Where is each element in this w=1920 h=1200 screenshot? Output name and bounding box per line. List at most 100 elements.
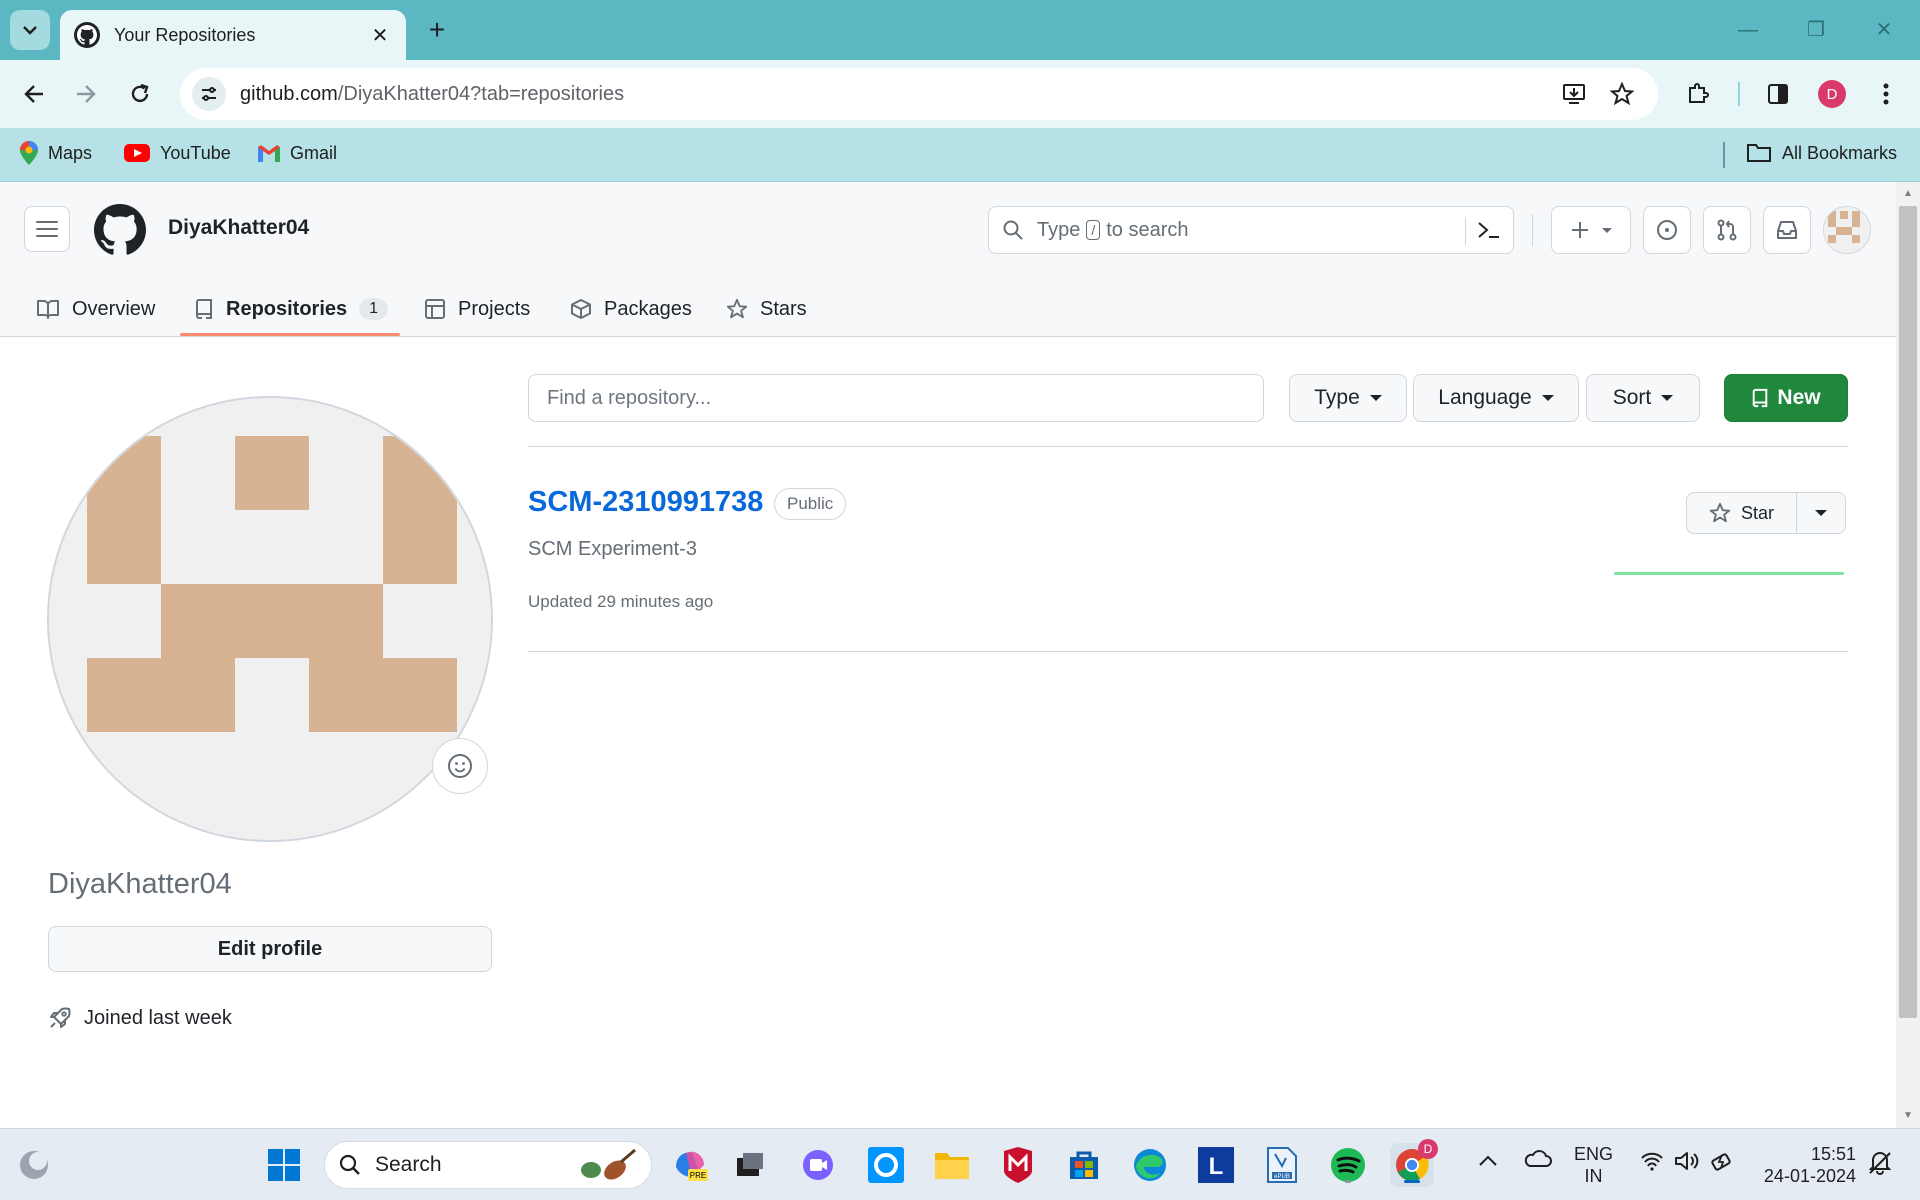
weather-widget-icon[interactable] — [12, 1143, 56, 1187]
scroll-down-arrow-icon[interactable]: ▼ — [1900, 1108, 1916, 1124]
browser-menu-kebab-icon[interactable] — [1870, 78, 1902, 110]
bookmark-maps[interactable]: Maps — [20, 138, 92, 168]
tab-repositories[interactable]: Repositories 1 — [194, 282, 389, 336]
tab-projects-label: Projects — [458, 297, 531, 320]
notification-bell-icon[interactable] — [1868, 1149, 1892, 1180]
tab-packages[interactable]: Packages — [570, 282, 692, 336]
all-bookmarks-button[interactable]: All Bookmarks — [1746, 138, 1897, 168]
tray-overflow-chevron-icon[interactable] — [1478, 1151, 1498, 1173]
restore-window-icon[interactable]: ❐ — [1798, 14, 1834, 46]
side-panel-icon[interactable] — [1762, 78, 1794, 110]
clock-date: 24-01-2024 — [1763, 1166, 1856, 1186]
set-status-button[interactable] — [432, 738, 488, 794]
bookmark-youtube[interactable]: YouTube — [124, 138, 231, 168]
system-clock[interactable]: 15:51 24-01-2024 — [1756, 1143, 1856, 1187]
caret-down-icon — [1541, 395, 1554, 401]
clock-time: 15:51 — [1810, 1144, 1856, 1164]
github-search-input[interactable]: Type / to search — [988, 206, 1514, 254]
sort-button[interactable]: Sort — [1586, 374, 1700, 422]
joined-text: Joined last week — [84, 1006, 232, 1029]
site-info-icon[interactable] — [192, 77, 226, 111]
close-window-icon[interactable]: ✕ — [1866, 14, 1902, 46]
new-repository-button[interactable]: New — [1724, 374, 1848, 422]
svg-text:ePUB: ePUB — [1274, 1174, 1290, 1180]
profile-avatar[interactable] — [47, 396, 493, 842]
input-language-indicator[interactable]: ENG IN — [1574, 1143, 1613, 1187]
volume-icon[interactable] — [1674, 1151, 1700, 1176]
star-lists-dropdown[interactable] — [1797, 493, 1845, 533]
git-pull-request-icon — [1717, 219, 1737, 241]
address-bar[interactable]: github.com/DiyaKhatter04?tab=repositorie… — [180, 68, 1658, 120]
inbox-notifications-button[interactable] — [1763, 206, 1811, 254]
reload-icon[interactable] — [120, 74, 160, 114]
tab-projects[interactable]: Projects — [424, 282, 530, 336]
find-repository-input[interactable] — [528, 374, 1264, 422]
active-tab-underline — [180, 333, 400, 336]
identicon-avatar-icon — [1824, 207, 1870, 253]
wifi-icon[interactable] — [1640, 1151, 1664, 1176]
language-filter-button[interactable]: Language — [1413, 374, 1579, 422]
battery-charging-icon[interactable] — [1710, 1149, 1736, 1178]
edge-browser-icon[interactable] — [1128, 1143, 1172, 1187]
cortana-icon[interactable] — [864, 1143, 908, 1187]
folder-icon — [1746, 143, 1772, 163]
browser-profile-avatar[interactable]: D — [1818, 80, 1846, 108]
tab-overview[interactable]: Overview — [36, 282, 155, 336]
spotify-icon[interactable] — [1326, 1143, 1370, 1187]
back-arrow-icon[interactable] — [14, 74, 54, 114]
install-app-icon[interactable] — [1558, 78, 1590, 110]
tab-stars[interactable]: Stars — [726, 282, 807, 336]
taskbar-search-box[interactable]: Search — [324, 1141, 652, 1189]
new-tab-plus-icon[interactable]: + — [420, 14, 454, 48]
microsoft-store-icon[interactable] — [1062, 1143, 1106, 1187]
tab-packages-label: Packages — [604, 297, 692, 320]
tab-search-button[interactable] — [10, 10, 50, 50]
table-icon — [424, 298, 446, 320]
task-view-icon[interactable] — [728, 1143, 772, 1187]
extensions-puzzle-icon[interactable] — [1682, 78, 1714, 110]
forward-arrow-icon[interactable] — [66, 74, 106, 114]
copilot-pre-icon[interactable]: PRE — [668, 1143, 712, 1187]
plus-icon — [1572, 222, 1588, 238]
create-new-dropdown-button[interactable] — [1551, 206, 1631, 254]
bookmarks-bar: Maps YouTube Gmail All Bookmarks — [0, 128, 1920, 182]
chrome-taskbar-icon[interactable]: D — [1390, 1139, 1438, 1187]
caret-down-icon — [1602, 227, 1612, 233]
header-user-avatar[interactable] — [1823, 206, 1871, 254]
star-button-group: Star — [1686, 492, 1846, 534]
search-icon — [339, 1154, 361, 1176]
onedrive-cloud-icon[interactable] — [1524, 1149, 1552, 1174]
repo-icon — [1751, 388, 1769, 408]
issues-button[interactable] — [1643, 206, 1691, 254]
github-logo-icon[interactable] — [94, 204, 146, 256]
header-username-link[interactable]: DiyaKhatter04 — [168, 216, 309, 240]
mcafee-icon[interactable] — [996, 1143, 1040, 1187]
teams-meet-icon[interactable] — [796, 1143, 840, 1187]
scroll-up-arrow-icon[interactable]: ▲ — [1900, 186, 1916, 202]
browser-tab-active[interactable]: Your Repositories ✕ — [60, 10, 406, 60]
issue-opened-icon — [1657, 220, 1677, 240]
file-explorer-icon[interactable] — [930, 1143, 974, 1187]
new-button-label: New — [1777, 386, 1821, 409]
sort-label: Sort — [1612, 386, 1652, 409]
l-app-icon[interactable]: L — [1194, 1143, 1238, 1187]
search-icon — [1003, 220, 1023, 240]
star-icon — [726, 298, 748, 320]
page-scrollbar-thumb[interactable] — [1899, 206, 1917, 1018]
bookmark-gmail[interactable]: Gmail — [258, 138, 337, 168]
profile-username: DiyaKhatter04 — [48, 868, 232, 900]
minimize-window-icon[interactable]: — — [1730, 14, 1766, 46]
bookmark-star-icon[interactable] — [1606, 78, 1638, 110]
edit-profile-button[interactable]: Edit profile — [48, 926, 492, 972]
repository-name-link[interactable]: SCM-2310991738 — [528, 486, 763, 519]
pull-requests-button[interactable] — [1703, 206, 1751, 254]
all-bookmarks-label: All Bookmarks — [1782, 142, 1898, 163]
close-tab-icon[interactable]: ✕ — [368, 23, 392, 48]
windows-start-icon[interactable] — [262, 1143, 306, 1187]
command-palette-icon[interactable] — [1477, 219, 1501, 247]
hamburger-menu-icon[interactable] — [24, 206, 70, 252]
search-shortcut-key: / — [1086, 220, 1101, 240]
epub-reader-icon[interactable]: ePUB — [1260, 1143, 1304, 1187]
star-button[interactable]: Star — [1687, 493, 1797, 533]
type-filter-button[interactable]: Type — [1289, 374, 1407, 422]
